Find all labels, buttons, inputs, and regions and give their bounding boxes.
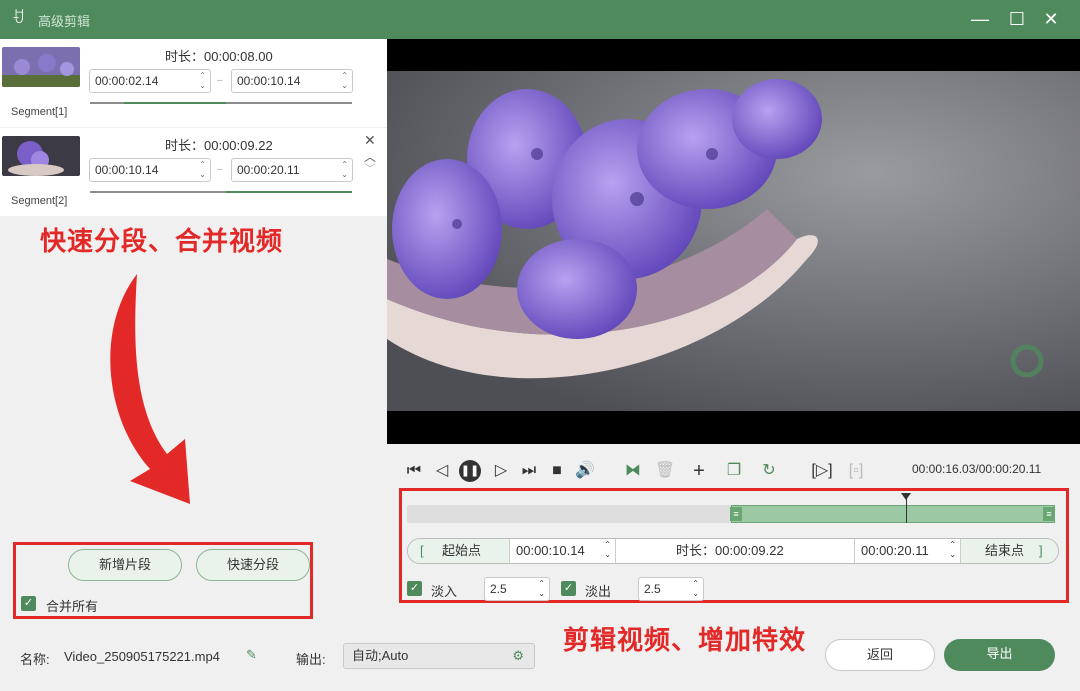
end-time-field[interactable]: 00:00:20.11 ⌃ ⌄: [854, 539, 960, 563]
fade-in-checkbox[interactable]: ✓: [407, 581, 422, 596]
segment-start-value: 00:00:02.14: [95, 74, 159, 88]
stepper-icon[interactable]: ⌃ ⌄: [341, 160, 348, 180]
red-arrow-icon: [110, 274, 190, 504]
end-bracket-icon: ]: [1039, 543, 1043, 558]
split-icon[interactable]: ⧓: [622, 460, 644, 482]
playback-timecode: 00:00:16.03/00:00:20.11: [912, 462, 1042, 476]
segment-start-field[interactable]: 00:00:02.14 ⌃ ⌄: [89, 69, 211, 93]
end-point-label: 结束点: [985, 543, 1025, 558]
start-point-label: 起始点: [442, 543, 482, 558]
add-segment-button[interactable]: 新增片段: [68, 549, 182, 581]
trash-icon[interactable]: 🗑: [654, 460, 676, 482]
move-down-icon[interactable]: ﹀: [364, 160, 376, 177]
segment-progress-bar: [90, 191, 352, 193]
start-time-value: 00:00:10.14: [516, 543, 585, 558]
export-button[interactable]: 导出: [944, 639, 1055, 671]
trim-end-handle[interactable]: ≡: [1043, 507, 1055, 521]
gear-icon[interactable]: ⚙: [512, 644, 524, 668]
stop-icon[interactable]: ■: [546, 460, 568, 482]
video-frame: [387, 39, 1080, 444]
quick-split-button[interactable]: 快速分段: [196, 549, 310, 581]
segment-label: Segment[1]: [11, 106, 68, 118]
timeline-track[interactable]: ≡ ≡: [407, 493, 1055, 523]
video-preview[interactable]: [387, 39, 1080, 444]
volume-icon[interactable]: 🔊: [574, 460, 596, 482]
skip-to-start-icon[interactable]: ⏮: [403, 460, 425, 482]
segment-panel: Segment[1] 时长：00:00:08.00 00:00:02.14 ⌃ ⌄…: [0, 39, 387, 619]
pause-icon[interactable]: ❚❚: [459, 460, 481, 482]
trim-duration: 时长：00:00:09.22: [676, 543, 784, 558]
refresh-icon[interactable]: ↻: [758, 460, 780, 482]
segment-label: Segment[2]: [11, 195, 68, 207]
annotation-merge: 快速分段、合并视频: [40, 226, 284, 256]
output-label: 输出:: [296, 652, 326, 667]
merge-all-checkbox[interactable]: ✓: [21, 596, 36, 611]
delete-segment-icon[interactable]: ✕: [364, 132, 376, 149]
end-point-button[interactable]: 结束点 ]: [960, 539, 1058, 563]
segment-item[interactable]: Segment[2] 时长：00:00:09.22 00:00:10.14 ⌃ ⌄…: [0, 128, 387, 216]
stepper-icon[interactable]: ⌃ ⌄: [199, 160, 206, 180]
window-title: 高级剪辑: [38, 14, 91, 29]
play-selection-icon[interactable]: [▷]: [811, 460, 833, 482]
segment-start-value: 00:00:10.14: [95, 163, 159, 177]
name-label: 名称:: [20, 652, 50, 667]
segment-thumbnail: [2, 47, 80, 87]
output-select[interactable]: 自动;Auto ⚙: [343, 643, 535, 669]
fade-in-field[interactable]: 2.5 ⌃ ⌄: [484, 577, 550, 601]
segment-item[interactable]: Segment[1] 时长：00:00:08.00 00:00:02.14 ⌃ ⌄…: [0, 39, 387, 127]
fade-out-field[interactable]: 2.5 ⌃ ⌄: [638, 577, 704, 601]
stepper-icon[interactable]: ⌃ ⌄: [692, 579, 699, 599]
timeline-selection[interactable]: [731, 505, 1055, 523]
minimize-button[interactable]: —: [969, 8, 991, 30]
trim-bar: [ 起始点 00:00:10.14 ⌃ ⌄ 时长：00:00:09.22 00:0…: [407, 538, 1059, 564]
segment-start-field[interactable]: 00:00:10.14 ⌃ ⌄: [89, 158, 211, 182]
bottom-bar: 名称: Video_250905175221.mp4 ✎ 输出: 自动;Auto…: [0, 619, 1080, 691]
title-bar: ꀀ 高级剪辑 — ☐ ✕: [0, 0, 1080, 39]
app-logo-icon: ꀀ: [12, 10, 25, 27]
segment-progress-bar: [90, 102, 352, 104]
merge-all-label: 合并所有: [46, 599, 99, 614]
filename: Video_250905175221.mp4: [64, 649, 220, 664]
fade-in-label: 淡入: [431, 584, 458, 599]
segment-progress-fill: [226, 191, 352, 193]
maximize-button[interactable]: ☐: [1006, 8, 1028, 30]
start-point-button[interactable]: [ 起始点: [408, 539, 510, 563]
copy-icon[interactable]: ❐: [723, 460, 745, 482]
fade-out-value: 2.5: [644, 582, 661, 596]
segment-end-value: 00:00:10.14: [237, 74, 301, 88]
range-dash: –: [217, 164, 223, 175]
stepper-icon[interactable]: ⌃ ⌄: [538, 579, 545, 599]
start-time-field[interactable]: 00:00:10.14 ⌃ ⌄: [516, 539, 616, 563]
skip-to-end-icon[interactable]: ⏭: [518, 460, 540, 482]
segment-duration: 时长：00:00:08.00: [165, 49, 273, 64]
range-dash: –: [217, 75, 223, 86]
annotation-edit: 剪辑视频、增加特效: [563, 625, 807, 655]
segment-end-field[interactable]: 00:00:20.11 ⌃ ⌄: [231, 158, 353, 182]
add-icon[interactable]: +: [688, 460, 710, 482]
fade-in-value: 2.5: [490, 582, 507, 596]
end-time-value: 00:00:20.11: [861, 543, 929, 558]
output-value: 自动;Auto: [352, 648, 409, 663]
stepper-icon[interactable]: ⌃ ⌄: [604, 540, 611, 560]
fade-out-label: 淡出: [585, 584, 612, 599]
start-bracket-icon: [: [420, 543, 424, 558]
fade-out-checkbox[interactable]: ✓: [561, 581, 576, 596]
previous-frame-icon[interactable]: ◁: [431, 460, 453, 482]
playhead-marker-icon[interactable]: [900, 493, 911, 500]
segment-end-field[interactable]: 00:00:10.14 ⌃ ⌄: [231, 69, 353, 93]
segment-duration: 时长：00:00:09.22: [165, 138, 273, 153]
trim-start-handle[interactable]: ≡: [730, 507, 742, 521]
segment-thumbnail: [2, 136, 80, 176]
next-frame-icon[interactable]: ▷: [490, 460, 512, 482]
editor-panel: ⏮ ◁ ❚❚ ▷ ⏭ ■ 🔊 ⧓ 🗑 + ❐ ↻ [▷] [▫] 00:00:1…: [387, 444, 1080, 619]
preview-selection-icon[interactable]: [▫]: [845, 460, 867, 482]
edit-name-icon[interactable]: ✎: [246, 647, 257, 663]
stepper-icon[interactable]: ⌃ ⌄: [199, 71, 206, 91]
close-button[interactable]: ✕: [1040, 8, 1062, 30]
stepper-icon[interactable]: ⌃ ⌄: [949, 540, 956, 560]
back-button[interactable]: 返回: [825, 639, 935, 671]
segment-progress-fill: [124, 102, 227, 104]
stepper-icon[interactable]: ⌃ ⌄: [341, 71, 348, 91]
segment-end-value: 00:00:20.11: [237, 163, 300, 177]
